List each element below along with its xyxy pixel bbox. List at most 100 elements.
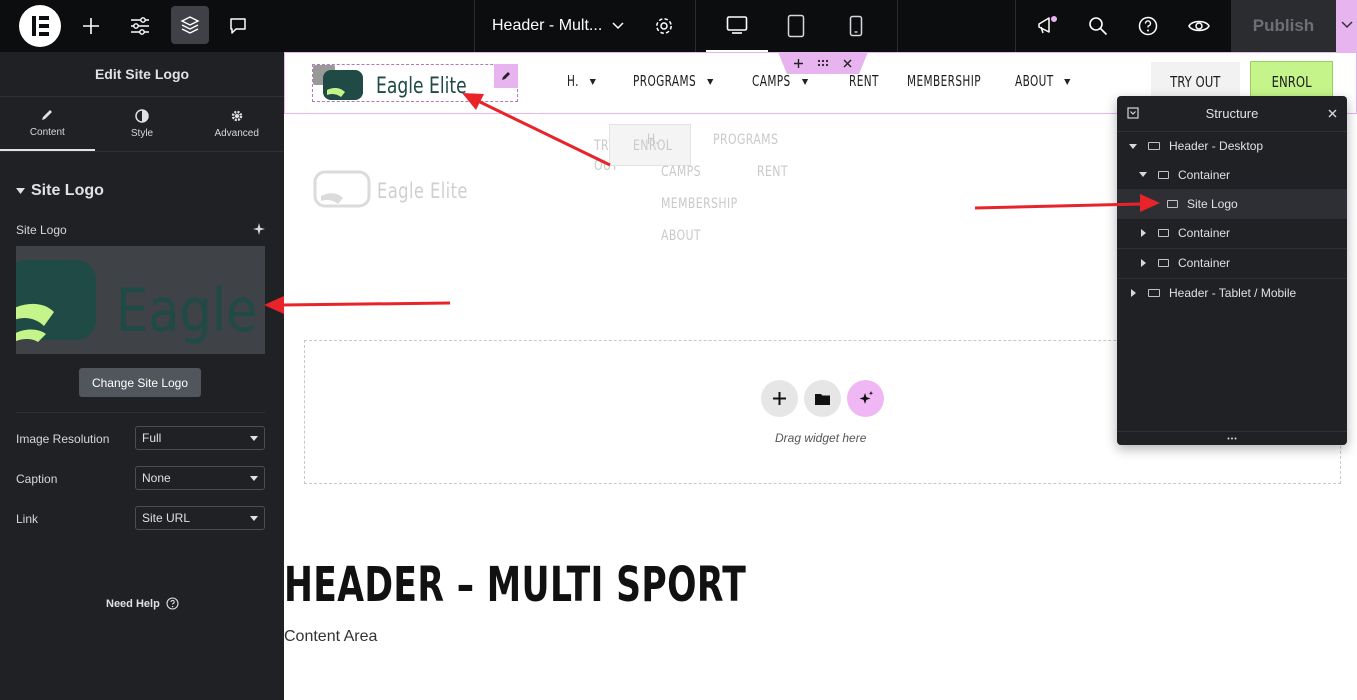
structure-item-container[interactable]: Container <box>1117 160 1347 189</box>
resize-handle[interactable] <box>1117 431 1347 445</box>
site-logo-widget[interactable]: Eagle Elite <box>312 64 518 102</box>
tab-content-label: Content <box>29 127 65 138</box>
logo-text: Eagle Elite <box>376 74 467 99</box>
site-settings-sliders-icon[interactable] <box>121 0 159 52</box>
enrol-label: ENROL <box>1271 73 1312 91</box>
image-resolution-select[interactable]: Full <box>135 426 265 450</box>
tablet-view-icon[interactable] <box>776 0 816 52</box>
help-icon[interactable] <box>1128 0 1168 52</box>
ghost-camps: CAMPS <box>661 164 701 180</box>
caret-down-icon <box>16 188 25 194</box>
pencil-icon <box>502 72 510 80</box>
close-icon[interactable] <box>843 59 852 68</box>
caret-down-icon <box>706 78 714 85</box>
container-icon <box>1148 289 1160 297</box>
dock-panel-icon[interactable] <box>1127 107 1139 119</box>
nav-item-about[interactable]: ABOUT <box>1015 72 1071 90</box>
expand-caret-icon[interactable] <box>1141 259 1146 267</box>
tab-advanced[interactable]: Advanced <box>189 97 284 151</box>
add-icon[interactable] <box>794 58 803 68</box>
section-toggle[interactable]: Site Logo <box>16 182 104 200</box>
eagle-logo-mark <box>16 260 96 342</box>
tab-content[interactable]: Content <box>0 97 95 151</box>
expand-caret-icon[interactable] <box>1129 143 1137 149</box>
add-element-icon[interactable] <box>72 0 110 52</box>
caret-down-icon <box>589 78 597 85</box>
link-label: Link <box>16 512 39 526</box>
nav-label: RENT <box>849 72 879 90</box>
drag-widget-hint: Drag widget here <box>775 431 867 445</box>
nav-item-camps[interactable]: CAMPS <box>752 72 808 90</box>
section-title: Site Logo <box>31 182 104 199</box>
more-dots-icon <box>1227 437 1237 440</box>
caret-down-icon <box>1064 78 1071 85</box>
chevron-down-icon <box>612 22 624 30</box>
structure-title: Structure <box>1205 105 1259 121</box>
chevron-down-icon <box>1341 21 1353 29</box>
need-help-link[interactable]: Need Help <box>106 597 179 610</box>
elementor-logo-icon[interactable] <box>18 0 62 52</box>
tab-style[interactable]: Style <box>95 97 190 151</box>
tab-advanced-label: Advanced <box>214 128 259 139</box>
structure-layers-icon[interactable] <box>171 6 209 44</box>
ghost-about: ABOUT <box>661 228 701 244</box>
logo-preview[interactable]: Eagle E <box>16 246 265 354</box>
structure-item-container[interactable]: Container <box>1117 218 1347 247</box>
panel-title: Edit Site Logo <box>0 52 284 97</box>
whats-new-megaphone-icon[interactable] <box>1027 0 1067 52</box>
structure-item-header-desktop[interactable]: Header - Desktop <box>1117 131 1347 160</box>
close-icon[interactable] <box>1328 109 1337 118</box>
publish-options-button[interactable] <box>1336 0 1357 52</box>
structure-item-container[interactable]: Container <box>1117 248 1347 277</box>
page-heading: HEADER – MULTI SPORT <box>284 557 747 613</box>
expand-caret-icon[interactable] <box>1141 229 1146 237</box>
change-site-logo-button[interactable]: Change Site Logo <box>79 368 201 397</box>
add-template-button[interactable] <box>804 380 841 417</box>
search-icon[interactable] <box>1078 0 1118 52</box>
publish-button[interactable]: Publish <box>1231 0 1336 52</box>
ghost-membership: MEMBERSHIP <box>661 196 738 212</box>
site-logo-label: Site Logo <box>16 223 67 237</box>
panel-tabs: Content Style Advanced <box>0 97 284 152</box>
nav-label: CAMPS <box>752 72 791 90</box>
drag-handle-icon[interactable] <box>817 59 829 67</box>
ai-sparkle-icon[interactable] <box>253 223 265 235</box>
need-help-label: Need Help <box>106 597 160 610</box>
structure-item-header-tablet-mobile[interactable]: Header - Tablet / Mobile <box>1117 278 1347 307</box>
nav-item-h[interactable]: H. <box>567 72 597 90</box>
structure-item-label: Header - Tablet / Mobile <box>1169 286 1297 300</box>
caption-select[interactable]: None <box>135 466 265 490</box>
expand-caret-icon[interactable] <box>1139 172 1147 177</box>
nav-item-programs[interactable]: PROGRAMS <box>633 72 714 90</box>
tab-style-label: Style <box>130 128 154 139</box>
add-section-button[interactable] <box>761 380 798 417</box>
folder-icon <box>815 393 830 405</box>
edit-widget-button[interactable] <box>494 64 518 88</box>
container-icon <box>1158 170 1169 179</box>
nav-item-membership[interactable]: MEMBERSHIP <box>907 72 981 90</box>
document-title: Header - Mult... <box>492 17 603 34</box>
structure-header: Structure <box>1117 96 1347 130</box>
comments-icon[interactable] <box>219 0 257 52</box>
eagle-logo-mark <box>323 70 363 100</box>
container-handle[interactable] <box>778 52 868 74</box>
ai-generate-button[interactable] <box>847 380 884 417</box>
ghost-h: H. <box>647 132 660 148</box>
nav-item-rent[interactable]: RENT <box>849 72 879 90</box>
desktop-view-icon[interactable] <box>706 0 768 52</box>
document-title-dropdown[interactable]: Header - Mult... <box>482 0 638 52</box>
container-icon <box>1158 229 1169 237</box>
expand-caret-icon[interactable] <box>1131 289 1136 297</box>
nav-label: PROGRAMS <box>633 72 697 90</box>
mobile-view-icon[interactable] <box>836 0 876 52</box>
structure-item-site-logo[interactable]: Site Logo <box>1117 189 1347 218</box>
logo-preview-text: Eagle E <box>116 276 265 346</box>
site-logo-icon <box>1167 199 1178 208</box>
structure-panel: Structure Header - Desktop Container Sit… <box>1117 96 1347 445</box>
link-select[interactable]: Site URL <box>135 506 265 530</box>
nav-label: ABOUT <box>1015 72 1054 90</box>
preview-eye-icon[interactable] <box>1179 0 1219 52</box>
ghost-rent: RENT <box>757 164 788 180</box>
page-settings-gear-icon[interactable] <box>645 0 683 52</box>
divider <box>16 412 265 413</box>
